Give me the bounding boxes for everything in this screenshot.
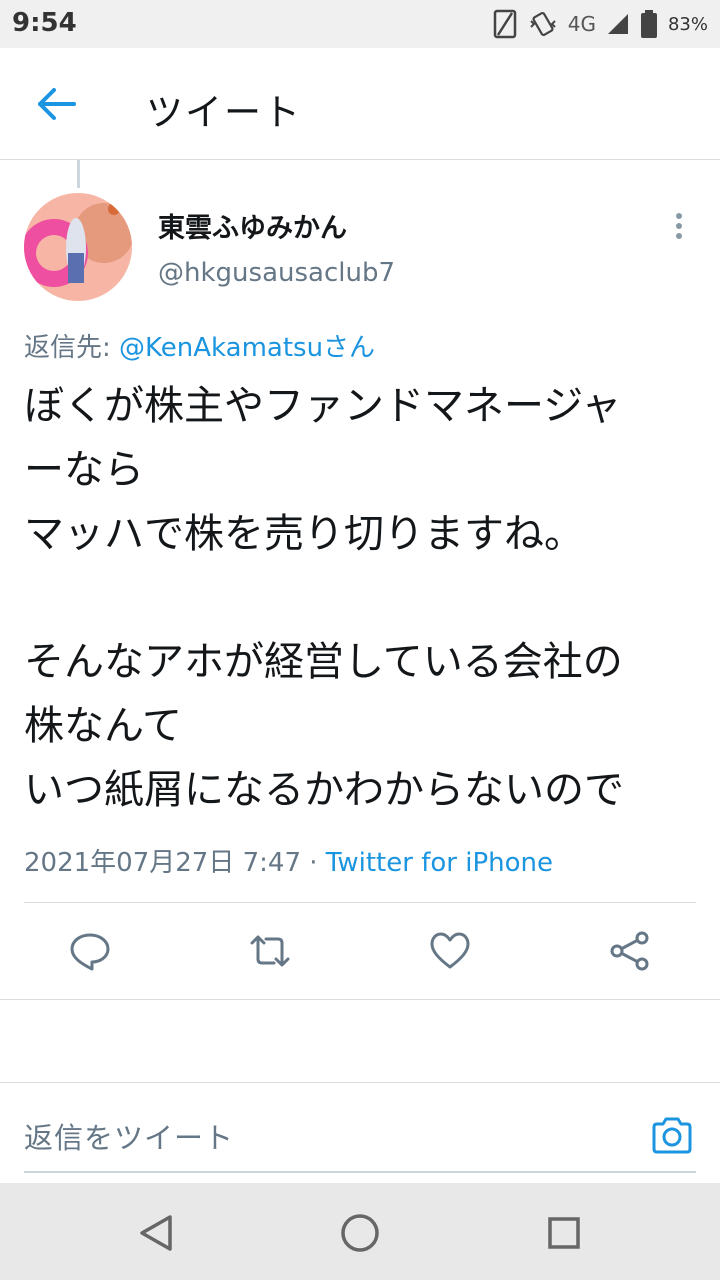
status-time: 9:54 xyxy=(12,8,77,38)
tweet-line: ぼくが株主やファンドマネージャ xyxy=(24,383,622,429)
thread-connector xyxy=(77,160,80,188)
like-heart-icon[interactable] xyxy=(428,929,472,973)
back-arrow-icon[interactable] xyxy=(34,86,78,122)
tweet-line: 株なんて xyxy=(24,703,182,749)
tweet-line: そんなアホが経営している会社の xyxy=(24,639,623,685)
tweet-line xyxy=(24,566,704,630)
meta-separator: · xyxy=(301,848,326,878)
tweet-line: ーなら xyxy=(24,447,144,493)
system-nav-bar xyxy=(0,1183,720,1280)
nav-recents-icon[interactable] xyxy=(542,1211,586,1255)
battery-icon xyxy=(640,10,657,38)
more-options-icon[interactable] xyxy=(664,208,694,244)
reply-composer: 返信をツイート xyxy=(0,1083,720,1183)
status-icons: 4G 83% xyxy=(492,8,708,40)
tweet-text: ぼくが株主やファンドマネージャ ーなら マッハで株を売り切りますね。 そんなアホ… xyxy=(24,374,704,822)
tweet-actions xyxy=(0,903,720,999)
source-link[interactable]: Twitter for iPhone xyxy=(326,848,553,878)
composer-underline xyxy=(24,1171,696,1173)
retweet-icon[interactable] xyxy=(248,929,292,973)
app-bar: ツイート xyxy=(0,48,720,160)
timestamp: 2021年07月27日 7:47 xyxy=(24,848,301,878)
signal-icon xyxy=(607,14,628,34)
avatar[interactable] xyxy=(24,193,132,301)
tweet-meta: 2021年07月27日 7:47 · Twitter for iPhone xyxy=(24,842,553,879)
camera-icon[interactable] xyxy=(650,1115,694,1155)
author-name[interactable]: 東雲ふゆみかん xyxy=(158,206,347,245)
page-title: ツイート xyxy=(146,91,302,134)
share-icon[interactable] xyxy=(608,929,652,973)
vibrate-icon xyxy=(530,11,556,37)
status-bar: 9:54 4G 83% xyxy=(0,0,720,48)
reply-to: 返信先: @KenAkamatsuさん xyxy=(24,327,375,364)
reply-icon[interactable] xyxy=(68,929,112,973)
nav-back-icon[interactable] xyxy=(134,1211,178,1255)
tweet-line: マッハで株を売り切りますね。 xyxy=(24,511,584,557)
nav-home-icon[interactable] xyxy=(338,1211,382,1255)
tweet-line: いつ紙屑になるかわからないので xyxy=(24,767,624,813)
battery-percent: 83% xyxy=(667,13,708,35)
author-handle[interactable]: @hkgusausaclub7 xyxy=(158,258,395,288)
reply-mention-link[interactable]: @KenAkamatsuさん xyxy=(119,333,375,363)
section-divider xyxy=(0,999,720,1000)
reply-input[interactable]: 返信をツイート xyxy=(24,1115,234,1157)
no-sim-icon xyxy=(493,9,516,39)
network-type: 4G xyxy=(567,12,596,36)
reply-to-label: 返信先: xyxy=(24,333,120,363)
